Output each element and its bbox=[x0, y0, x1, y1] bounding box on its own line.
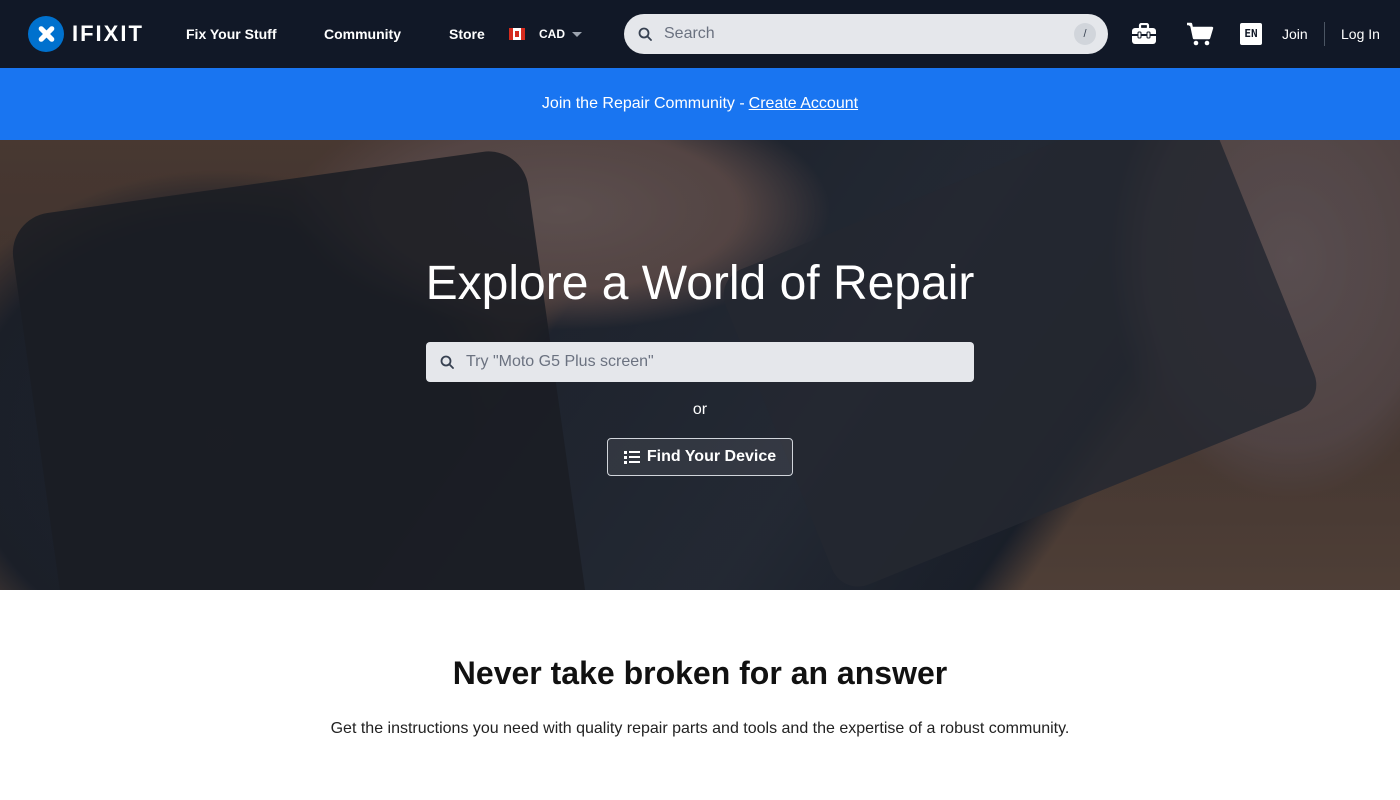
top-nav: IFIXIT Fix Your Stuff Community Store CA… bbox=[0, 0, 1400, 68]
toolbox-icon bbox=[1132, 23, 1156, 44]
shopping-cart-icon bbox=[1187, 22, 1214, 46]
currency-selector[interactable]: CAD bbox=[509, 24, 582, 44]
chevron-down-icon bbox=[572, 31, 582, 37]
nav-divider bbox=[1324, 22, 1325, 46]
hero-or-text: or bbox=[692, 401, 708, 418]
hero-search-input[interactable] bbox=[466, 342, 966, 382]
find-your-device-button[interactable]: Find Your Device bbox=[607, 438, 793, 476]
nav-search-bar: / bbox=[624, 14, 1108, 54]
cart-button[interactable] bbox=[1186, 18, 1214, 50]
create-account-link[interactable]: Create Account bbox=[749, 95, 858, 113]
section-headline: Never take broken for an answer bbox=[452, 655, 948, 691]
hero-search-bar bbox=[426, 342, 974, 382]
language-selector[interactable]: EN bbox=[1240, 23, 1262, 45]
ifixit-logo-icon bbox=[28, 16, 64, 52]
hero-title: Explore a World of Repair bbox=[425, 257, 975, 310]
toolbox-button[interactable] bbox=[1130, 18, 1158, 50]
nav-fix-your-stuff[interactable]: Fix Your Stuff bbox=[186, 24, 276, 44]
nav-search-input[interactable] bbox=[664, 14, 1064, 54]
currency-label: CAD bbox=[539, 27, 565, 41]
nav-store[interactable]: Store bbox=[449, 24, 485, 44]
find-your-device-label: Find Your Device bbox=[646, 448, 777, 465]
canada-flag-icon bbox=[509, 28, 525, 40]
join-community-banner: Join the Repair Community - Create Accou… bbox=[0, 68, 1400, 140]
login-link[interactable]: Log In bbox=[1341, 24, 1380, 44]
nav-community[interactable]: Community bbox=[324, 24, 401, 44]
list-icon bbox=[623, 450, 640, 464]
banner-text: Join the Repair Community - bbox=[541, 95, 745, 112]
hero-section: Explore a World of Repair or Find Your D… bbox=[0, 140, 1400, 590]
search-icon bbox=[440, 355, 454, 369]
search-icon bbox=[638, 27, 652, 41]
ifixit-logo[interactable]: IFIXIT bbox=[28, 16, 144, 52]
logo-text: IFIXIT bbox=[72, 21, 144, 46]
search-shortcut-hint: / bbox=[1074, 23, 1096, 45]
section-subline: Get the instructions you need with quali… bbox=[330, 720, 1070, 737]
join-link[interactable]: Join bbox=[1282, 24, 1308, 44]
